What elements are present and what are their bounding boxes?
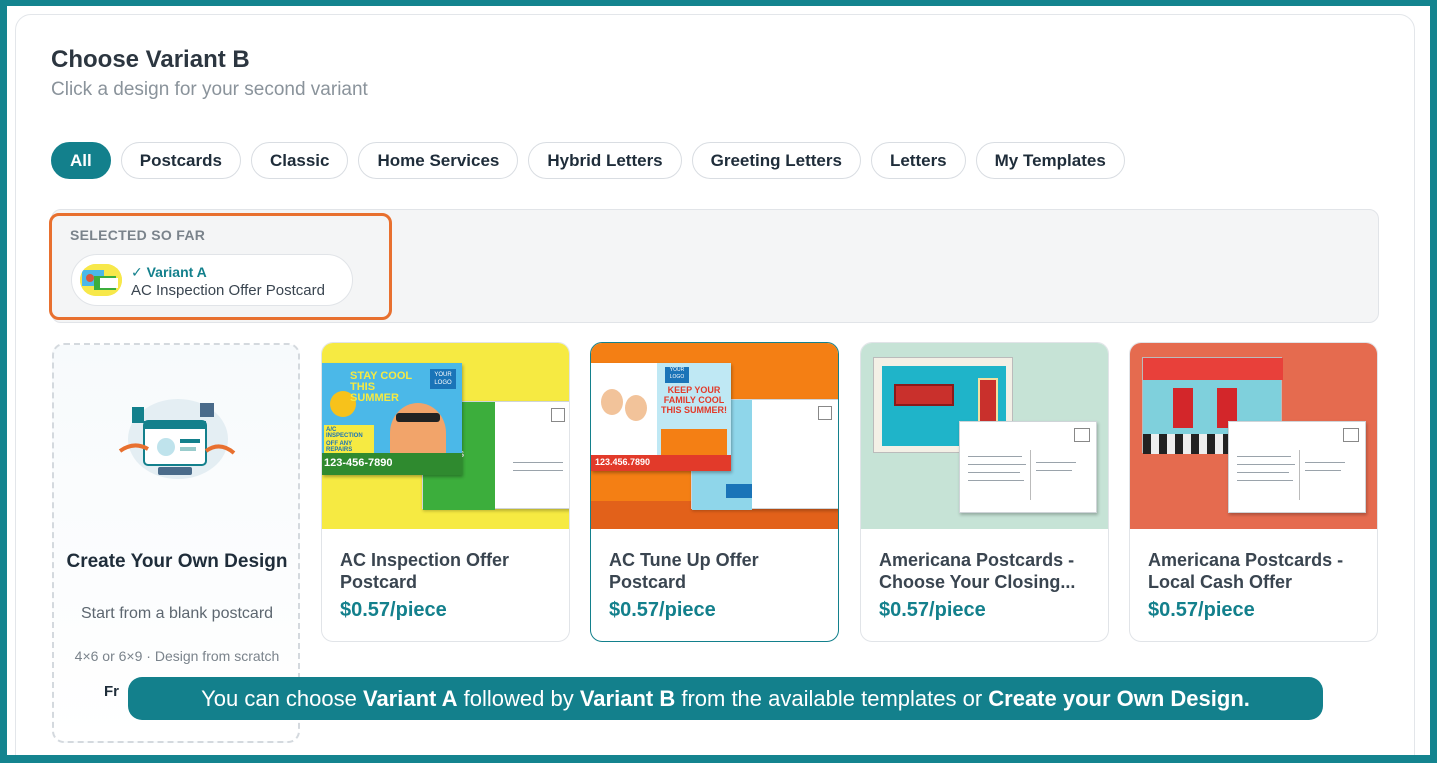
toast-text-3: from the available templates or bbox=[675, 685, 989, 711]
toast-bold-1: Variant A bbox=[362, 685, 458, 711]
template-name: AC Inspection Offer Postcard bbox=[340, 550, 510, 592]
create-own-subtitle: Start from a blank postcard bbox=[80, 605, 274, 622]
tab-home-services[interactable]: Home Services bbox=[358, 142, 519, 179]
template-name: Americana Postcards - Local Cash Offer bbox=[1148, 550, 1344, 592]
template-card-americana-local-cash[interactable]: Americana Postcards - Local Cash Offer $… bbox=[1129, 342, 1378, 642]
category-tabs: All Postcards Classic Home Services Hybr… bbox=[51, 142, 1125, 179]
tab-all[interactable]: All bbox=[51, 142, 111, 179]
toast-text-2: followed by bbox=[457, 685, 580, 711]
thumb-logo: YOUR LOGO bbox=[430, 369, 456, 389]
tab-classic[interactable]: Classic bbox=[250, 142, 349, 179]
create-own-meta: 4×6 or 6×9 · Design from scratch bbox=[74, 648, 280, 664]
tab-my-templates[interactable]: My Templates bbox=[975, 142, 1125, 179]
design-illustration-icon bbox=[118, 399, 236, 479]
variant-a-name: AC Inspection Offer Postcard bbox=[131, 282, 325, 299]
template-thumbnail bbox=[861, 343, 1108, 529]
tab-postcards[interactable]: Postcards bbox=[120, 142, 241, 179]
template-price: $0.57/piece bbox=[879, 599, 986, 621]
create-own-free-label: Fr bbox=[104, 683, 119, 700]
selected-so-far-label: SELECTED SO FAR bbox=[70, 227, 206, 243]
template-price: $0.57/piece bbox=[340, 599, 447, 621]
thumb-phone: 123.456.7890 bbox=[591, 455, 731, 471]
toast-bold-3: Create your Own Design. bbox=[988, 685, 1250, 711]
tab-greeting-letters[interactable]: Greeting Letters bbox=[691, 142, 861, 179]
thumb-headline: STAY COOL THIS SUMMER bbox=[350, 370, 412, 404]
template-price: $0.57/piece bbox=[1148, 599, 1255, 621]
page-title: Choose Variant B bbox=[51, 46, 250, 73]
create-own-title: Create Your Own Design bbox=[66, 551, 288, 572]
selected-variant-chip[interactable]: ✓ Variant A AC Inspection Offer Postcard bbox=[71, 254, 353, 306]
toast-bold-2: Variant B bbox=[579, 685, 676, 711]
variant-a-label: ✓ Variant A bbox=[131, 264, 207, 280]
template-thumbnail: YOUR LOGO KEEP YOUR FAMILY COOL THIS SUM… bbox=[591, 343, 838, 529]
template-card-americana-closing[interactable]: Americana Postcards - Choose Your Closin… bbox=[860, 342, 1109, 642]
variant-a-thumbnail bbox=[80, 264, 122, 296]
thumb-logo: YOUR LOGO bbox=[665, 367, 689, 383]
instruction-banner: You can choose Variant A followed by Var… bbox=[128, 677, 1323, 720]
template-card-ac-tune-up[interactable]: YOUR LOGO KEEP YOUR FAMILY COOL THIS SUM… bbox=[590, 342, 839, 642]
template-price: $0.57/piece bbox=[609, 599, 716, 621]
thumb-headline: KEEP YOUR FAMILY COOL THIS SUMMER! bbox=[661, 385, 727, 415]
template-name: AC Tune Up Offer Postcard bbox=[609, 550, 759, 592]
postcard-back-preview bbox=[959, 421, 1097, 513]
postcard-back-preview bbox=[1228, 421, 1366, 513]
tab-letters[interactable]: Letters bbox=[870, 142, 966, 179]
tab-hybrid-letters[interactable]: Hybrid Letters bbox=[528, 142, 682, 179]
app-frame: Choose Variant B Click a design for your… bbox=[7, 6, 1430, 755]
template-thumbnail: US STAY COOL THIS SUMMER YOUR LOGO A/C I… bbox=[322, 343, 569, 529]
template-name: Americana Postcards - Choose Your Closin… bbox=[879, 550, 1076, 592]
thumb-phone: 123-456-7890 bbox=[322, 453, 462, 475]
page-subtitle: Click a design for your second variant bbox=[51, 79, 368, 100]
template-thumbnail bbox=[1130, 343, 1377, 529]
toast-text-1: You can choose bbox=[201, 685, 363, 711]
template-card-ac-inspection[interactable]: US STAY COOL THIS SUMMER YOUR LOGO A/C I… bbox=[321, 342, 570, 642]
